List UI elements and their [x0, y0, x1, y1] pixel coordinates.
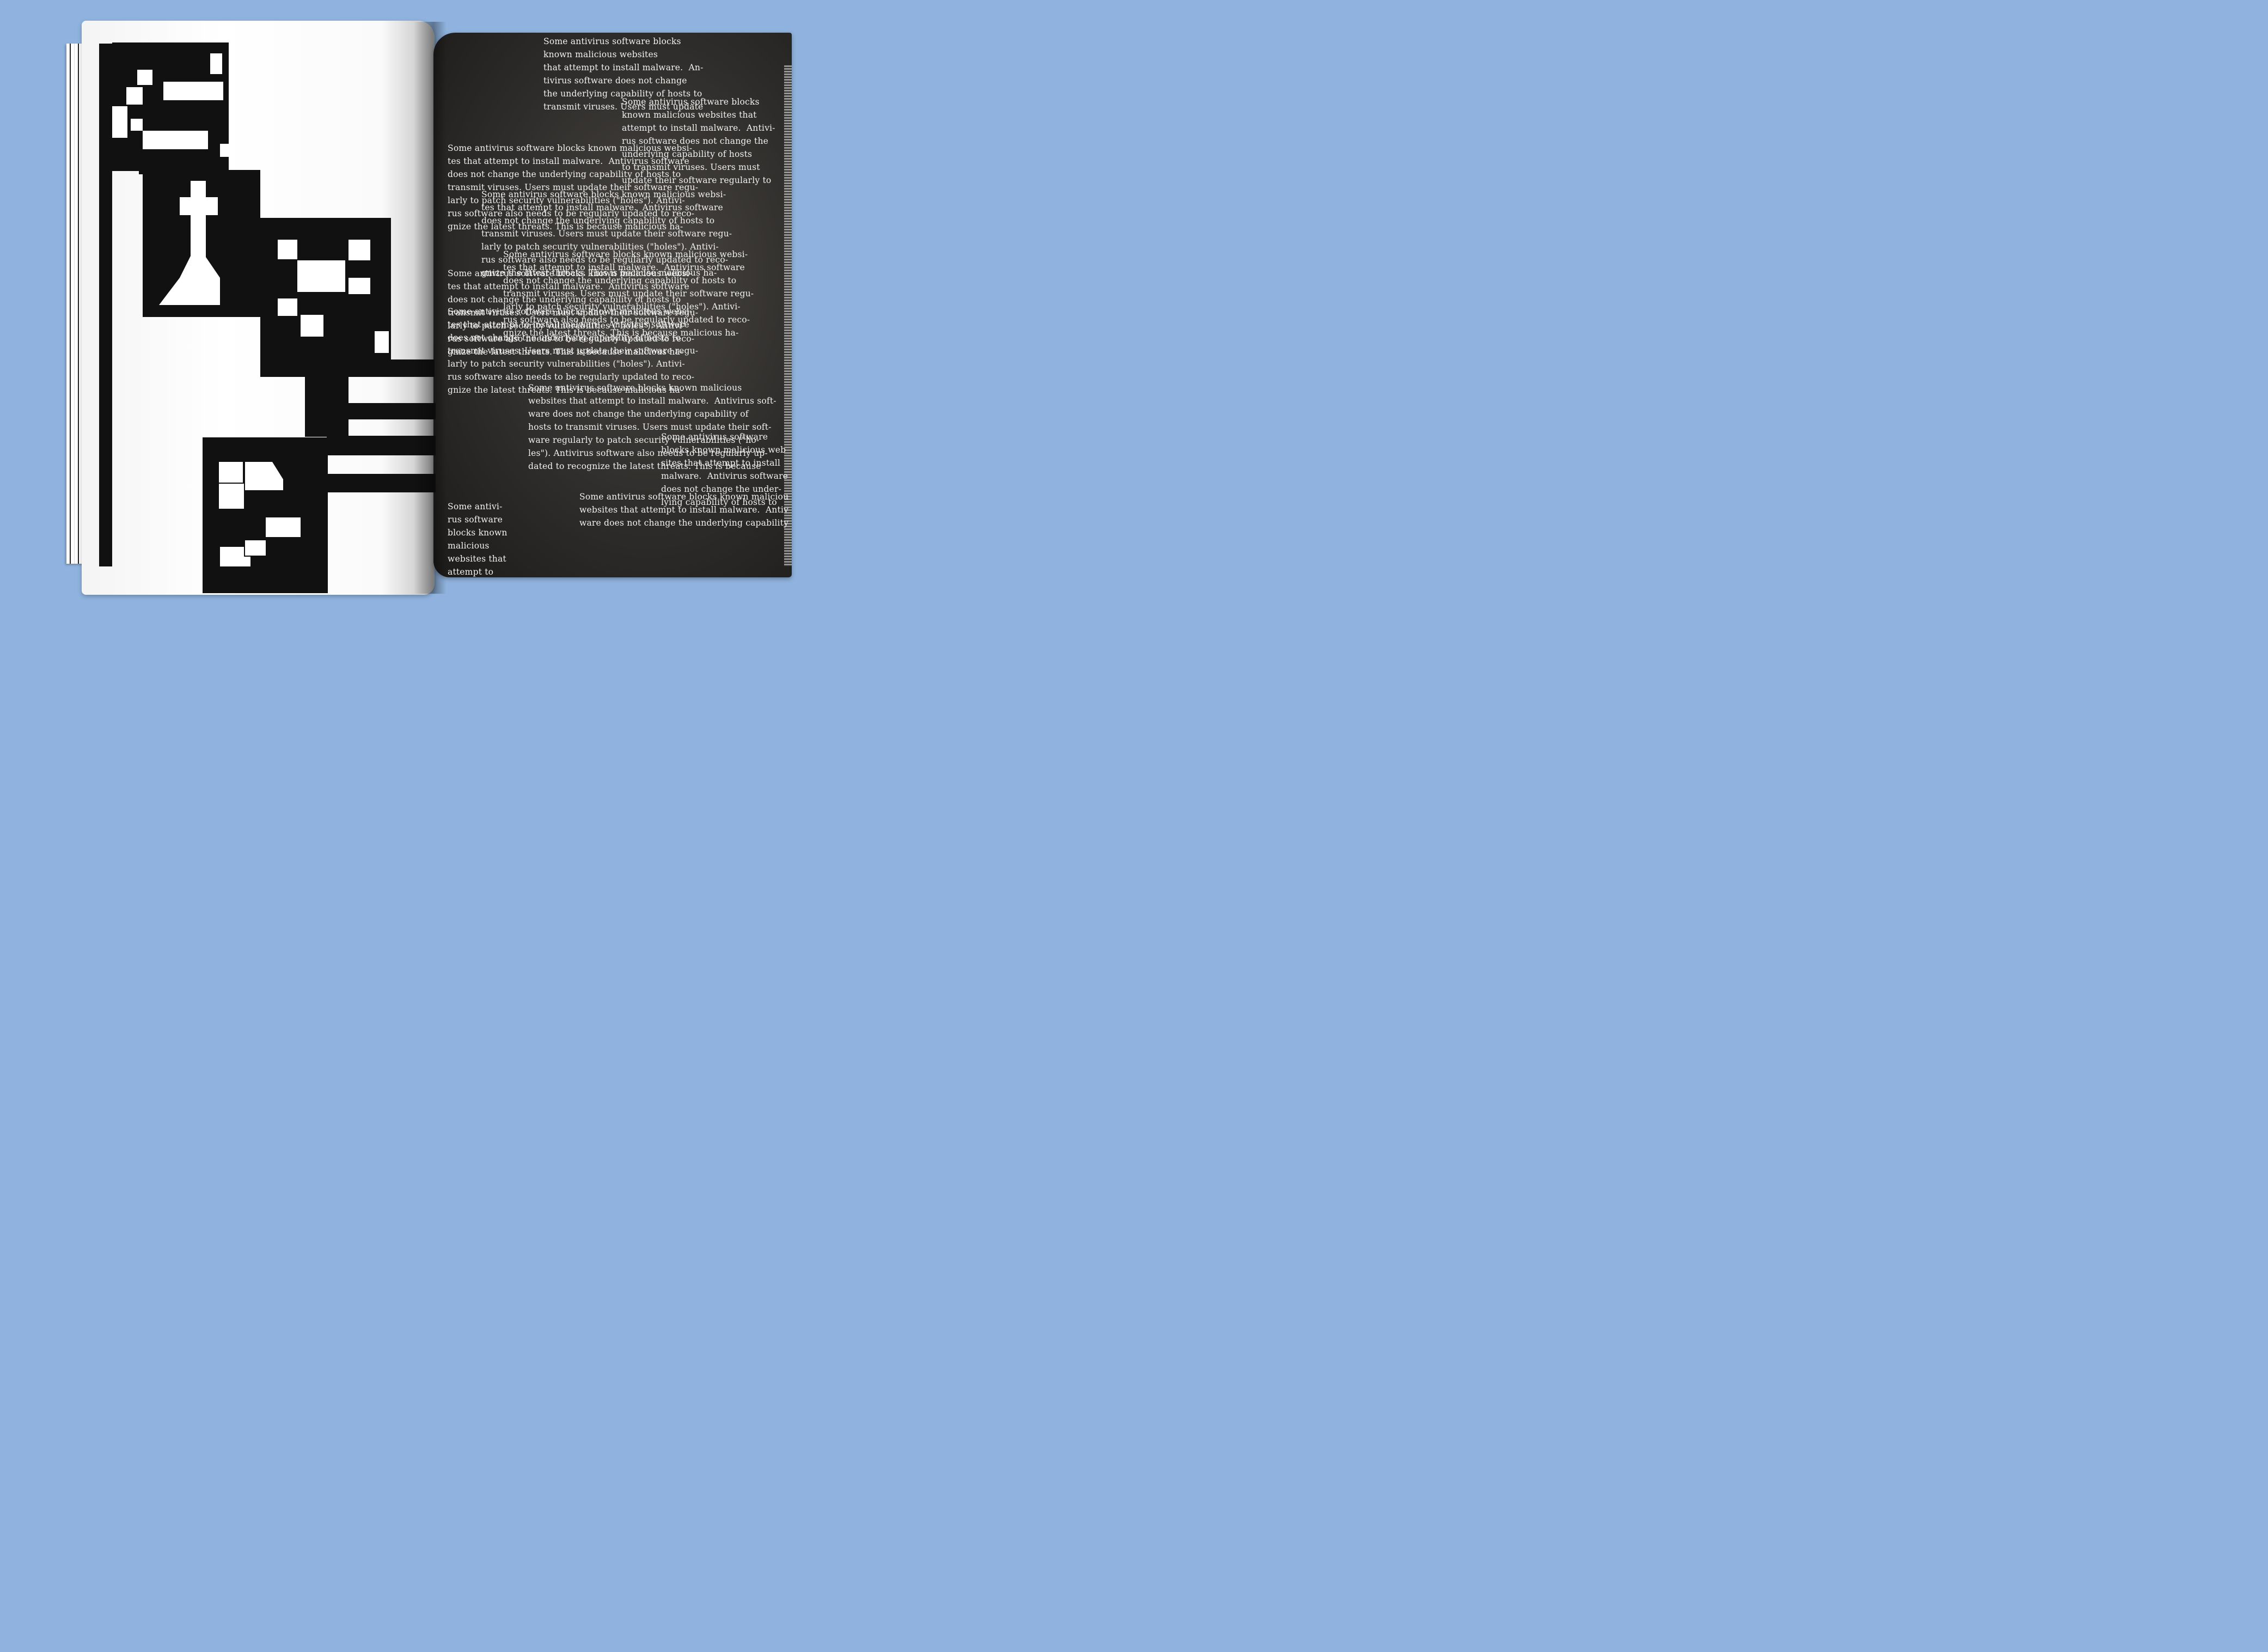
letter-r	[260, 359, 435, 437]
letter-e	[112, 42, 253, 174]
text-block-10: Some antivirus software blocks known mal…	[579, 492, 789, 528]
gutter-shadow	[414, 22, 447, 594]
magazine-spread: Some antivirus software blocks known mal…	[0, 0, 854, 622]
black-spine-bar	[99, 44, 112, 566]
text-block-11: Some antivi- rus software blocks known m…	[448, 502, 508, 577]
letter-s	[203, 437, 328, 593]
